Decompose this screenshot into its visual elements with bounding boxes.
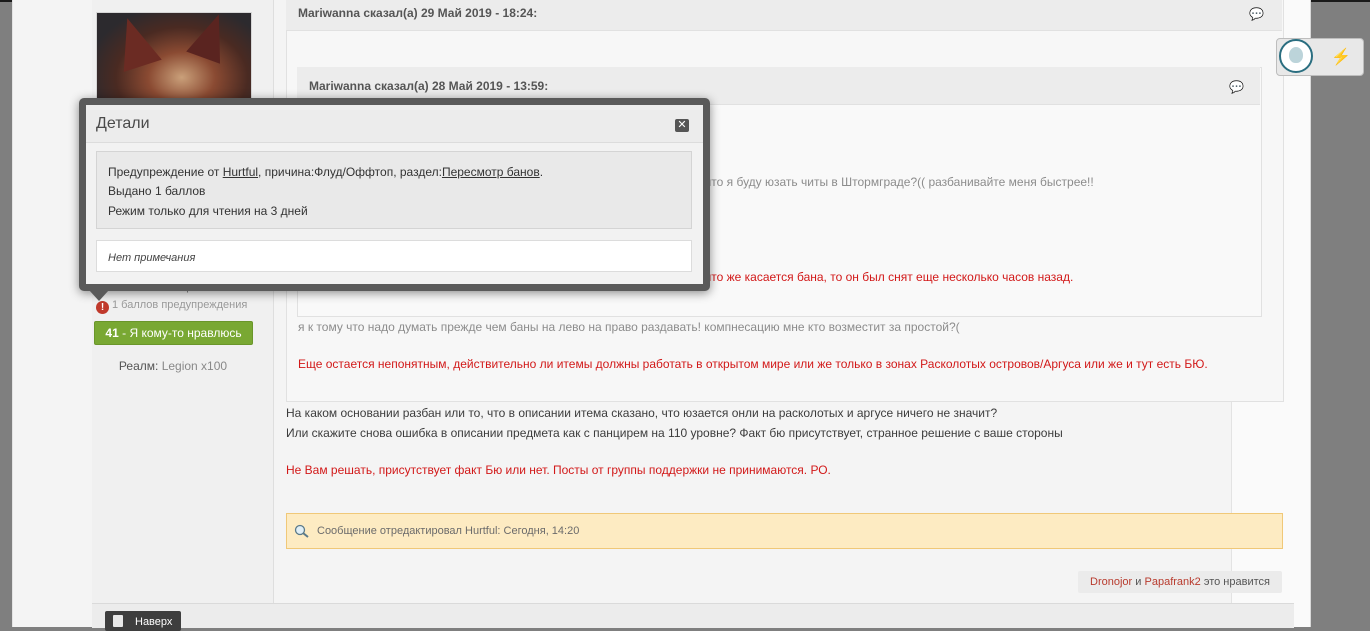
outer-quote-text: я к тому что надо думать прежде чем баны… [298, 320, 960, 334]
warning-note-box: Нет примечания [96, 240, 692, 272]
edit-magnifier-icon [294, 524, 309, 538]
post-footer-bar [92, 603, 1294, 628]
author-realm: Реалм: Legion x100 [96, 359, 250, 373]
moderator-note: Не Вам решать, присутствует факт Бю или … [286, 463, 831, 477]
author-warnings[interactable]: ! 1 баллов предупреждения [96, 299, 247, 314]
addon-logo-icon[interactable] [1279, 39, 1313, 73]
quote-bubble-icon[interactable]: 💬 [1249, 7, 1264, 21]
back-to-top-label: Наверх [135, 616, 173, 628]
outer-quote-text-red: Еще остается непонятным, действительно л… [298, 357, 1208, 371]
avatar[interactable] [96, 12, 252, 106]
warning-prefix: Предупреждение от [108, 165, 223, 179]
inner-quote-text: что я буду юзать читы в Штормграде?(( ра… [705, 175, 1094, 189]
back-to-top-button[interactable]: Наверх [105, 611, 181, 631]
lightning-icon[interactable]: ⚡ [1331, 47, 1351, 67]
details-modal: Детали ✕ Предупреждение от Hurtful, прич… [79, 98, 710, 291]
quote-bubble-icon[interactable]: 💬 [1229, 80, 1244, 94]
close-icon[interactable]: ✕ [675, 119, 689, 132]
reputation-label: - Я кому-то нравлюсь [122, 326, 242, 340]
details-modal-body: Детали ✕ Предупреждение от Hurtful, прич… [86, 105, 703, 284]
warning-author-link[interactable]: Hurtful [223, 165, 258, 179]
warning-note: Нет примечания [108, 252, 196, 264]
warning-icon: ! [96, 301, 109, 314]
arrow-up-icon [113, 615, 123, 627]
warning-end: . [539, 165, 544, 179]
edited-text: Сообщение отредактировал Hurtful: Сегодн… [317, 525, 580, 537]
post-text: На каком основании разбан или то, что в … [286, 406, 998, 420]
likes-suffix: это нравится [1203, 576, 1270, 588]
outer-quote-citation: Mariwanna сказал(а) 29 Май 2019 - 18:24: [298, 6, 538, 20]
floating-widget[interactable]: ⚡ [1276, 38, 1364, 76]
likes-bar: Dronojor и Papafrank2 это нравится [1078, 571, 1282, 593]
modal-pointer [89, 290, 109, 301]
likes-and: и [1135, 576, 1142, 588]
warning-readonly: Режим только для чтения на 3 дней [108, 204, 308, 218]
warning-reason: , причина:Флуд/Оффтоп, раздел: [258, 165, 442, 179]
reputation-badge: 41 - Я кому-то нравлюсь [94, 321, 253, 345]
inner-quote-text-red: что же касается бана, то он был снят еще… [705, 270, 1074, 284]
edited-notice: Сообщение отредактировал Hurtful: Сегодн… [286, 513, 1283, 549]
realm-label: Реалм: [118, 359, 159, 373]
warning-reason-line: Предупреждение от Hurtful, причина:Флуд/… [108, 165, 543, 179]
warning-points-label: 1 баллов предупреждения [112, 299, 248, 311]
inner-quote-citation: Mariwanna сказал(а) 28 Май 2019 - 13:59: [309, 79, 549, 93]
post-text: Или скажите снова ошибка в описании пред… [286, 426, 1063, 440]
like-user-link[interactable]: Papafrank2 [1145, 576, 1201, 588]
modal-title: Детали [96, 115, 150, 132]
reputation-count: 41 [105, 326, 119, 340]
modal-header: Детали ✕ [86, 105, 703, 143]
like-user-link[interactable]: Dronojor [1090, 576, 1132, 588]
realm-value: Legion x100 [161, 359, 228, 373]
warning-details-box: Предупреждение от Hurtful, причина:Флуд/… [96, 151, 692, 229]
warning-points: Выдано 1 баллов [108, 184, 206, 198]
warning-section-link[interactable]: Пересмотр банов [442, 165, 540, 179]
